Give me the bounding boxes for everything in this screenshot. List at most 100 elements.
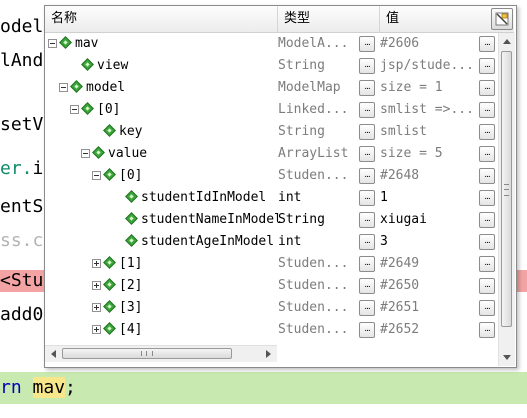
tree-row[interactable]: model ModelMap... size = 1...: [45, 77, 498, 99]
tree-row[interactable]: view String... jsp/stude......: [45, 55, 498, 77]
expand-plus-icon[interactable]: [92, 303, 101, 312]
column-header-bar: 名称 类型 值: [45, 6, 514, 33]
collapse-minus-icon[interactable]: [81, 149, 90, 158]
type-ellipsis-button[interactable]: ...: [359, 146, 375, 162]
tree-row[interactable]: [2] Studen...... #2650...: [45, 275, 498, 297]
value-ellipsis-button[interactable]: ...: [479, 124, 495, 140]
code-line[interactable]: entS: [0, 196, 43, 218]
variable-type: int: [278, 234, 302, 249]
debugger-variable-tooltip: 名称 类型 值 mav ModelA...... #2606... view Strin…: [44, 5, 517, 368]
collapse-minus-icon[interactable]: [70, 105, 79, 114]
code-token: er.: [0, 158, 33, 179]
variable-diamond-icon: [81, 102, 94, 115]
type-ellipsis-button[interactable]: ...: [359, 256, 375, 272]
variable-diamond-icon: [81, 58, 94, 71]
tree-row[interactable]: [3] Studen...... #2651...: [45, 297, 498, 319]
value-ellipsis-button[interactable]: ...: [479, 212, 495, 228]
type-ellipsis-button[interactable]: ...: [359, 58, 375, 74]
variable-diamond-icon: [103, 322, 116, 335]
type-ellipsis-button[interactable]: ...: [359, 124, 375, 140]
tree-row[interactable]: key String... smlist...: [45, 121, 498, 143]
tree-row[interactable]: [0] Studen...... #2648...: [45, 165, 498, 187]
type-ellipsis-button[interactable]: ...: [359, 212, 375, 228]
variable-value: smlist =>...: [380, 102, 474, 117]
variable-type: ModelMap: [278, 80, 341, 95]
column-header-value[interactable]: 值: [380, 6, 491, 32]
variable-value: smlist: [380, 124, 427, 139]
tree-row[interactable]: mav ModelA...... #2606...: [45, 33, 498, 55]
type-ellipsis-button[interactable]: ...: [359, 278, 375, 294]
variable-value: 3: [380, 234, 388, 249]
variable-value: 1: [380, 190, 388, 205]
value-ellipsis-button[interactable]: ...: [479, 322, 495, 338]
value-ellipsis-button[interactable]: ...: [479, 278, 495, 294]
type-ellipsis-button[interactable]: ...: [359, 322, 375, 338]
collapse-minus-icon[interactable]: [59, 83, 68, 92]
type-ellipsis-button[interactable]: ...: [359, 102, 375, 118]
variable-diamond-icon: [59, 36, 72, 49]
tree-row[interactable]: studentNameInModel String... xiugai...: [45, 209, 498, 231]
type-ellipsis-button[interactable]: ...: [359, 234, 375, 250]
type-ellipsis-button[interactable]: ...: [359, 300, 375, 316]
collapse-minus-icon[interactable]: [48, 39, 57, 48]
expand-plus-icon[interactable]: [92, 259, 101, 268]
code-token: rn: [0, 377, 33, 398]
expand-plus-icon[interactable]: [92, 281, 101, 290]
variable-type: ArrayList: [278, 146, 349, 161]
vertical-scrollbar[interactable]: [498, 33, 515, 366]
value-ellipsis-button[interactable]: ...: [479, 80, 495, 96]
code-line[interactable]: ss.c: [0, 230, 43, 252]
value-ellipsis-button[interactable]: ...: [479, 190, 495, 206]
code-line[interactable]: setV: [0, 114, 43, 136]
variable-type: ModelA...: [278, 36, 349, 51]
value-ellipsis-button[interactable]: ...: [479, 168, 495, 184]
variable-type: Studen...: [278, 278, 349, 293]
code-line[interactable]: add0: [0, 304, 43, 326]
type-ellipsis-button[interactable]: ...: [359, 80, 375, 96]
column-header-name[interactable]: 名称: [45, 6, 278, 32]
code-token: ;: [65, 377, 76, 398]
tree-row[interactable]: value ArrayList... size = 5...: [45, 143, 498, 165]
variable-name: [4]: [119, 322, 143, 337]
scroll-left-arrow-icon[interactable]: [51, 350, 56, 358]
code-line[interactable]: odel: [0, 16, 43, 38]
variable-name: [0]: [119, 168, 143, 183]
value-ellipsis-button[interactable]: ...: [479, 102, 495, 118]
variable-diamond-icon: [103, 278, 116, 291]
value-ellipsis-button[interactable]: ...: [479, 36, 495, 52]
tree-row[interactable]: [1] Studen...... #2649...: [45, 253, 498, 275]
type-ellipsis-button[interactable]: ...: [359, 190, 375, 206]
code-token: odel: [0, 16, 44, 37]
scroll-down-arrow-icon[interactable]: [503, 355, 511, 360]
variable-value: size = 5: [380, 146, 443, 161]
column-header-type[interactable]: 类型: [278, 6, 380, 32]
code-line[interactable]: er.i: [0, 158, 43, 180]
variable-diamond-icon: [103, 124, 116, 137]
value-ellipsis-button[interactable]: ...: [479, 256, 495, 272]
value-ellipsis-button[interactable]: ...: [479, 146, 495, 162]
variable-type: Studen...: [278, 168, 349, 183]
collapse-minus-icon[interactable]: [92, 171, 101, 180]
variable-name: studentAgeInModel: [141, 234, 275, 249]
code-line[interactable]: rn mav;: [0, 372, 527, 404]
scroll-right-arrow-icon[interactable]: [266, 350, 271, 358]
type-ellipsis-button[interactable]: ...: [359, 168, 375, 184]
variable-name: view: [97, 58, 129, 73]
tree-row[interactable]: studentIdInModel int... 1...: [45, 187, 498, 209]
variable-name: value: [108, 146, 148, 161]
tree-row[interactable]: [0] Linked...... smlist =>......: [45, 99, 498, 121]
vertical-scroll-thumb[interactable]: [501, 51, 512, 327]
code-line[interactable]: lAnd: [0, 50, 43, 72]
value-ellipsis-button[interactable]: ...: [479, 234, 495, 250]
scroll-up-arrow-icon[interactable]: [503, 39, 511, 44]
value-ellipsis-button[interactable]: ...: [479, 300, 495, 316]
variable-value: #2606: [380, 36, 420, 51]
type-ellipsis-button[interactable]: ...: [359, 36, 375, 52]
expand-plus-icon[interactable]: [92, 325, 101, 334]
tree-row[interactable]: studentAgeInModel int... 3...: [45, 231, 498, 253]
horizontal-scroll-thumb[interactable]: [62, 348, 232, 359]
pin-button[interactable]: [491, 8, 513, 30]
value-ellipsis-button[interactable]: ...: [479, 58, 495, 74]
tree-row[interactable]: [4] Studen...... #2652...: [45, 319, 498, 341]
horizontal-scrollbar[interactable]: [45, 345, 277, 362]
